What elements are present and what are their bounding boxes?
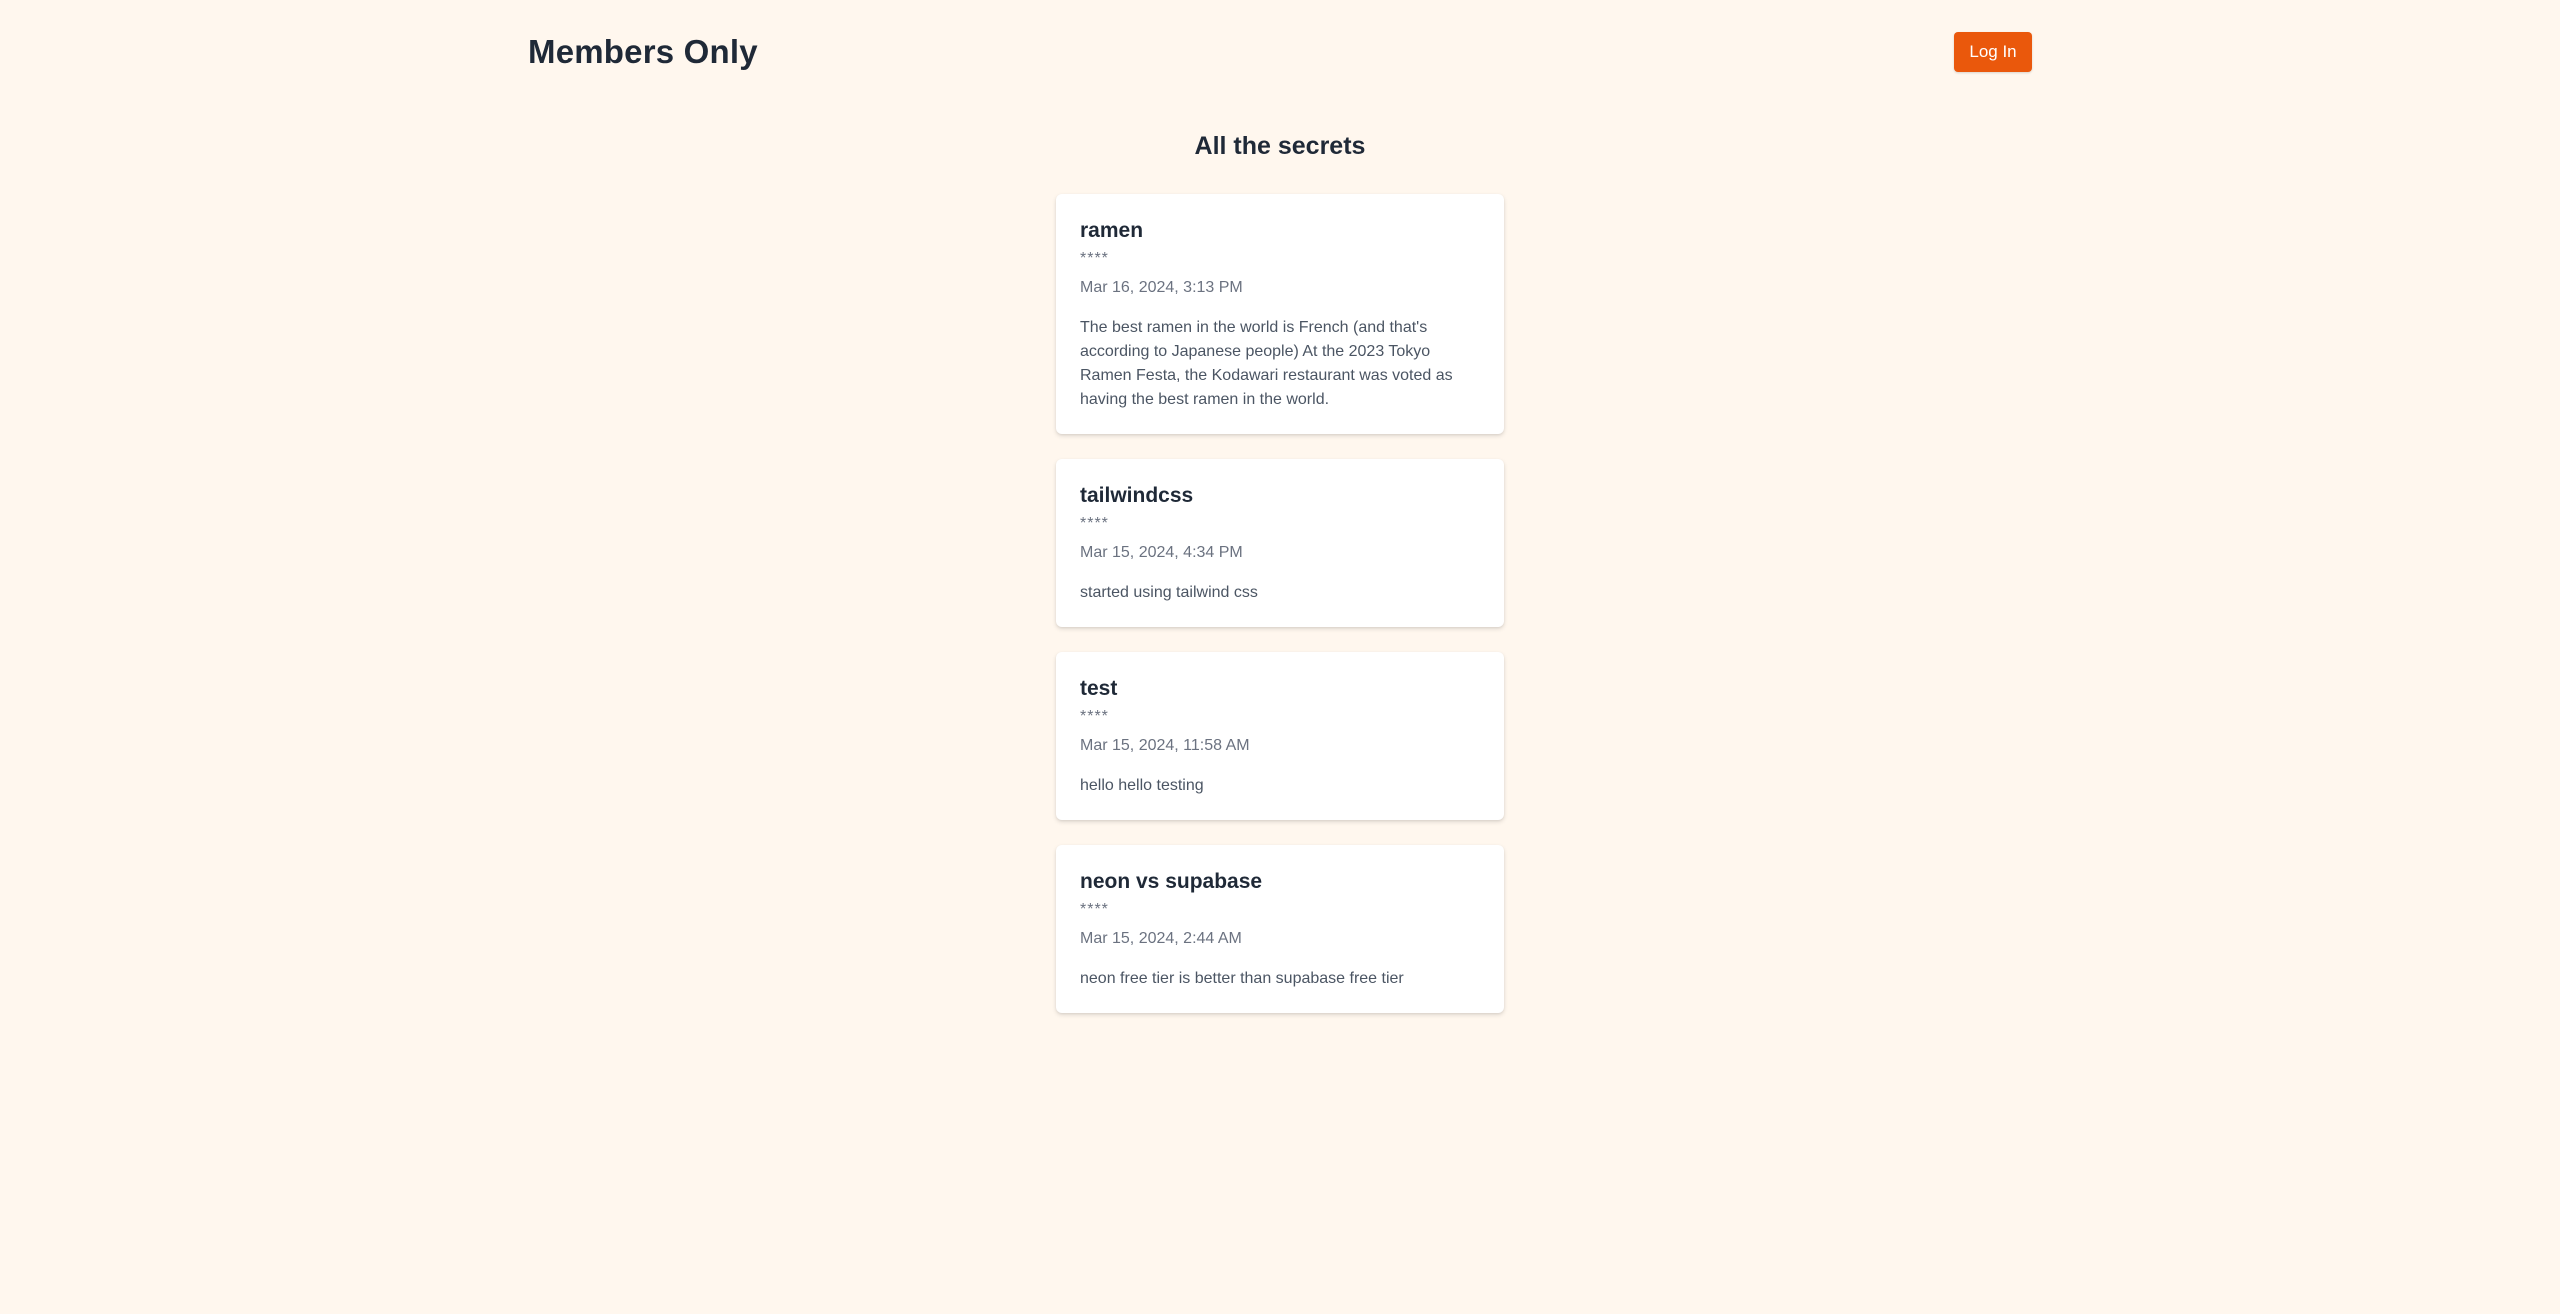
site-header: Members Only Log In (528, 30, 2032, 74)
post-date: Mar 16, 2024, 3:13 PM (1080, 279, 1243, 296)
post-author: **** (1080, 515, 1109, 532)
page: Members Only Log In All the secrets rame… (0, 0, 2560, 1314)
post-list: ramen **** Mar 16, 2024, 3:13 PM The bes… (1056, 194, 1504, 1013)
post-date: Mar 15, 2024, 4:34 PM (1080, 544, 1243, 561)
post-title: neon vs supabase (1080, 870, 1263, 893)
post-card: neon vs supabase **** Mar 15, 2024, 2:44… (1056, 845, 1504, 1013)
post-body: The best ramen in the world is French (a… (1080, 319, 1453, 408)
post-card: ramen **** Mar 16, 2024, 3:13 PM The bes… (1056, 194, 1504, 434)
post-date: Mar 15, 2024, 2:44 AM (1080, 930, 1242, 947)
site-title: Members Only (528, 33, 758, 70)
post-title: ramen (1080, 219, 1144, 242)
post-author: **** (1080, 250, 1109, 267)
login-button[interactable]: Log In (1954, 32, 2032, 72)
post-card: test **** Mar 15, 2024, 11:58 AM hello h… (1056, 652, 1504, 820)
post-title: tailwindcss (1080, 484, 1194, 507)
section-title: All the secrets (1194, 132, 1366, 160)
post-body: hello hello testing (1080, 777, 1204, 794)
post-author: **** (1080, 901, 1109, 918)
post-card: tailwindcss **** Mar 15, 2024, 4:34 PM s… (1056, 459, 1504, 627)
post-date: Mar 15, 2024, 11:58 AM (1080, 737, 1250, 754)
post-body: started using tailwind css (1080, 584, 1258, 601)
post-title: test (1080, 677, 1118, 700)
post-author: **** (1080, 708, 1109, 725)
main-content: All the secrets ramen **** Mar 16, 2024,… (0, 124, 2560, 1013)
post-body: neon free tier is better than supabase f… (1080, 970, 1404, 987)
